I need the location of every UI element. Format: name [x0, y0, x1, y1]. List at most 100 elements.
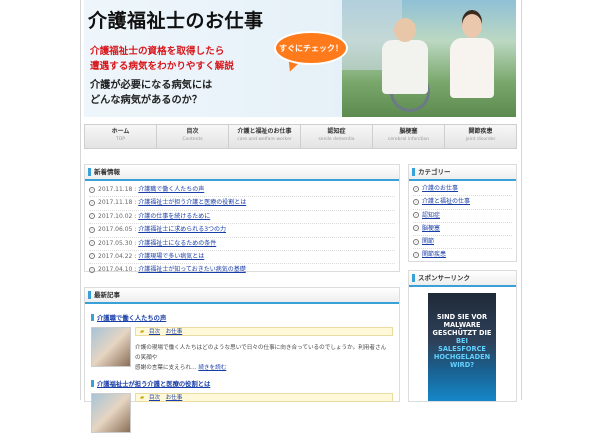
nav-item-care-work[interactable]: 介護と福祉のお仕事 care and welfare worker — [229, 125, 301, 148]
folder-icon: ▰ — [140, 329, 145, 335]
category-item: › 関節疾患 — [413, 249, 512, 261]
nav-item-home[interactable]: ホーム TOP — [85, 125, 157, 148]
news-item: › 2017.11.18 : 介護職で働く人たちの声 — [89, 184, 395, 198]
nav-sublabel: care and welfare worker — [237, 137, 292, 142]
sponsor-heading: スポンサーリンク — [409, 271, 516, 287]
category-link[interactable]: 関節 — [422, 238, 434, 245]
news-heading: 新着情報 — [85, 165, 399, 181]
category-item: › 介護のお仕事 — [413, 183, 512, 197]
category-link[interactable]: 介護と福祉の仕事 — [422, 198, 470, 205]
photo-elderly-man — [382, 40, 428, 94]
category-link[interactable]: 介護のお仕事 — [422, 185, 458, 192]
post-tag-link[interactable]: お仕事 — [166, 395, 183, 401]
nav-sublabel: TOP — [115, 137, 125, 142]
news-date: 2017.11.18 : — [98, 186, 137, 193]
nav-sublabel: cerebral infarction — [387, 137, 430, 142]
news-panel: 新着情報 › 2017.11.18 : 介護職で働く人たちの声 › 2017.11.… — [84, 164, 400, 273]
ad-banner[interactable]: SIND SIE VOR MALWARE GESCHÜTZT DIE BEI S… — [428, 293, 496, 401]
nav-item-joint[interactable]: 関節疾患 joint disorder — [445, 125, 516, 148]
photo-caregiver — [450, 38, 494, 98]
arrow-icon: › — [89, 240, 95, 247]
news-date: 2017.06.05 : — [98, 226, 137, 234]
category-link[interactable]: 認知症 — [422, 212, 440, 219]
photo-elderly-man-head — [394, 18, 416, 42]
post-tag-link[interactable]: お仕事 — [166, 329, 183, 335]
site-header: 介護福祉士のお仕事 介護福祉士の資格を取得したら 遭遇する病気をわかりやすく解説… — [84, 0, 516, 117]
read-more-link[interactable]: 続きを読む — [198, 365, 226, 371]
post-tag-link[interactable]: 目次 — [149, 329, 160, 335]
news-link[interactable]: 介護福祉士が知っておきたい病気の基礎 — [138, 266, 246, 273]
arrow-icon: › — [413, 225, 419, 232]
site-title[interactable]: 介護福祉士のお仕事 — [88, 6, 264, 33]
ad-line: WIRD? — [449, 361, 475, 369]
lead-black-line: どんな病気があるのか？ — [90, 95, 203, 106]
category-item: › 関節 — [413, 236, 512, 250]
news-link[interactable]: 介護福祉士に求められる3つの力 — [138, 226, 226, 233]
ad-line: MALWARE — [443, 321, 481, 329]
arrow-icon: › — [413, 238, 419, 245]
header-photo — [342, 0, 516, 117]
lead-red: 介護福祉士の資格を取得したら 遭遇する病気をわかりやすく解説 — [90, 44, 234, 74]
news-item: › 2017.10.02 : 介護の仕事を続けるために — [89, 211, 395, 225]
arrow-icon: › — [413, 212, 419, 219]
news-link[interactable]: 介護現場で多い病気とは — [138, 253, 204, 260]
ad-line: SIND SIE VOR — [436, 313, 488, 321]
news-item: › 2017.06.05 : 介護福祉士に求められる3つの力 — [89, 224, 395, 238]
post-excerpt: 介護の現場で働く人たちはどのような思いで日々の仕事に向き合っているのでしょうか。… — [135, 343, 391, 373]
nav-sublabel: Contents — [182, 137, 203, 142]
photo-caregiver-head — [462, 14, 482, 38]
nav-label: 関節疾患 — [468, 128, 493, 135]
sponsor-panel: スポンサーリンク SIND SIE VOR MALWARE GESCHÜTZT … — [408, 270, 517, 402]
nav-item-contents[interactable]: 目次 Contents — [157, 125, 229, 148]
lead-red-line: 遭遇する病気をわかりやすく解説 — [90, 61, 234, 72]
categories-heading: カテゴリー — [409, 165, 516, 181]
news-date: 2017.04.10 : — [98, 266, 137, 274]
news-link[interactable]: 介護の仕事を続けるために — [138, 213, 210, 220]
post-title-link[interactable]: 介護福祉士が担う介護と医療の役割とは — [91, 379, 210, 388]
nav-label: 目次 — [186, 128, 199, 135]
latest-posts-panel: 最新記事 介護職で働く人たちの声 ▰ 目次 お仕事 介護の現場で働く人たちはどの… — [84, 287, 400, 433]
nav-label: ホーム — [111, 128, 130, 135]
news-link[interactable]: 介護福祉士になるための条件 — [138, 240, 216, 247]
excerpt-line: 介護の現場で働く人たちはどのような思いで日々の仕事に向き合っているのでしょうか。… — [135, 345, 387, 361]
post-tag-link[interactable]: 目次 — [149, 395, 160, 401]
arrow-icon: › — [89, 186, 95, 193]
nav-label: 介護と福祉のお仕事 — [237, 128, 292, 135]
category-link[interactable]: 関節疾患 — [422, 251, 446, 258]
news-date: 2017.11.18 : — [98, 199, 137, 207]
post-thumbnail[interactable] — [91, 327, 131, 367]
news-link[interactable]: 介護福祉士が担う介護と医療の役割とは — [138, 199, 246, 206]
news-date: 2017.05.30 : — [98, 239, 137, 247]
arrow-icon: › — [89, 253, 95, 260]
folder-icon: ▰ — [140, 395, 145, 401]
news-list: › 2017.11.18 : 介護職で働く人たちの声 › 2017.11.18 : … — [85, 181, 399, 277]
arrow-icon: › — [89, 199, 95, 206]
post-title-link[interactable]: 介護職で働く人たちの声 — [91, 313, 166, 322]
arrow-icon: › — [413, 185, 419, 192]
ad-text: SIND SIE VOR MALWARE GESCHÜTZT DIE BEI S… — [428, 313, 496, 369]
nav-sublabel: senile dementia — [318, 137, 355, 142]
category-list: › 介護のお仕事 › 介護と福祉の仕事 › 認知症 › 脳梗塞 › 関節 › 関節疾患 — [409, 181, 516, 262]
news-link[interactable]: 介護職で働く人たちの声 — [138, 186, 204, 193]
nav-label: 認知症 — [327, 128, 346, 135]
nav-item-dementia[interactable]: 認知症 senile dementia — [301, 125, 373, 148]
news-item: › 2017.05.30 : 介護福祉士になるための条件 — [89, 238, 395, 251]
post-meta: ▰ 目次 お仕事 — [135, 327, 393, 336]
category-item: › 介護と福祉の仕事 — [413, 196, 512, 210]
latest-heading: 最新記事 — [85, 288, 399, 304]
categories-panel: カテゴリー › 介護のお仕事 › 介護と福祉の仕事 › 認知症 › 脳梗塞 › 関節 › 関… — [408, 164, 517, 262]
nav-sublabel: joint disorder — [465, 137, 496, 142]
ad-line: GESCHÜTZT DIE — [432, 329, 492, 337]
nav-item-infarction[interactable]: 脳梗塞 cerebral infarction — [373, 125, 445, 148]
nav-label: 脳梗塞 — [399, 128, 418, 135]
category-item: › 認知症 — [413, 210, 512, 223]
arrow-icon: › — [89, 213, 95, 220]
category-link[interactable]: 脳梗塞 — [422, 225, 440, 232]
category-item: › 脳梗塞 — [413, 223, 512, 237]
news-item: › 2017.11.18 : 介護福祉士が担う介護と医療の役割とは — [89, 197, 395, 211]
news-item: › 2017.04.10 : 介護福祉士が知っておきたい病気の基礎 — [89, 264, 395, 276]
ad-line: BEI — [456, 337, 468, 345]
post-thumbnail[interactable] — [91, 393, 131, 433]
news-item: › 2017.04.22 : 介護現場で多い病気とは — [89, 251, 395, 265]
excerpt-line: 感謝の言葉に支えられ… — [135, 365, 197, 371]
